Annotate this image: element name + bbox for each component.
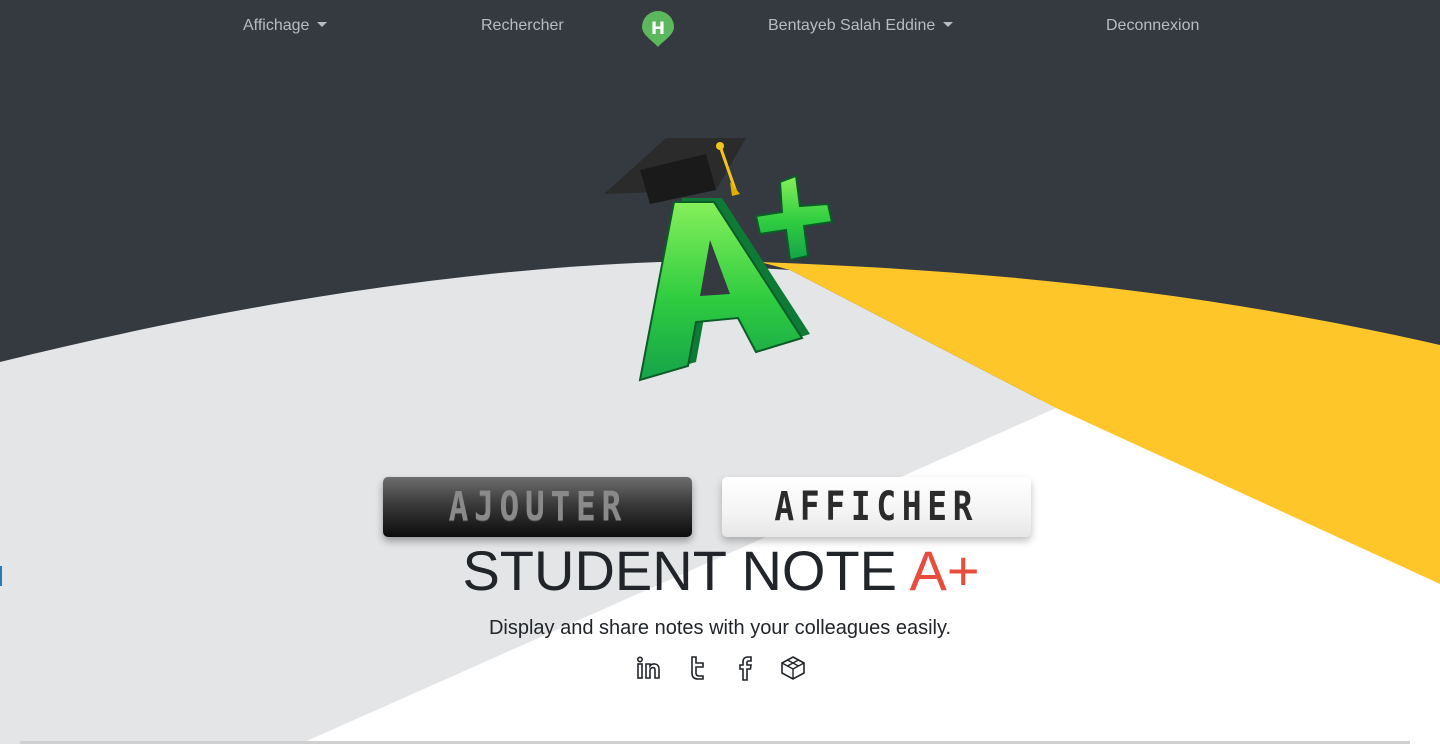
nav-user-label: Bentayeb Salah Eddine	[768, 17, 936, 34]
nav-logout-label: Deconnexion	[1106, 17, 1200, 34]
a-plus-graduation-logo: A+	[596, 124, 834, 382]
linkedin-icon	[636, 656, 660, 679]
page-subtitle: Display and share notes with your collea…	[488, 617, 952, 639]
facebook-link[interactable]	[730, 652, 760, 684]
codepen-icon	[781, 656, 805, 680]
ajouter-button[interactable]: AJOUTER	[383, 477, 692, 537]
logo-text: A+	[596, 124, 598, 125]
ajouter-button-label: AJOUTER	[448, 484, 627, 530]
afficher-button-label: AFFICHER	[774, 484, 979, 530]
social-links	[634, 652, 808, 684]
title-main: STUDENT NOTE	[462, 539, 910, 602]
nav-rechercher-link[interactable]: Rechercher	[481, 16, 564, 36]
page-title: STUDENT NOTE A+	[0, 540, 1440, 602]
linkedin-link[interactable]	[634, 652, 664, 684]
brand-logo[interactable]: H	[641, 11, 675, 48]
left-edge-marker	[0, 566, 2, 586]
top-navbar: Affichage Rechercher H Bentayeb Salah Ed…	[0, 0, 1440, 54]
nav-rechercher-label: Rechercher	[481, 17, 564, 34]
afficher-button[interactable]: AFFICHER	[722, 477, 1031, 537]
nav-affichage-dropdown[interactable]: Affichage	[243, 16, 328, 36]
codepen-link[interactable]	[778, 652, 808, 684]
map-pin-logo-icon: H	[642, 11, 674, 47]
facebook-icon	[739, 656, 752, 681]
title-accent: A+	[909, 539, 980, 602]
nav-affichage-label: Affichage	[243, 17, 310, 34]
caret-down-icon	[317, 22, 328, 27]
caret-down-icon	[943, 22, 954, 27]
twitter-link[interactable]	[682, 652, 712, 684]
nav-logout-link[interactable]: Deconnexion	[1106, 16, 1199, 36]
brand-letter: H	[651, 19, 665, 39]
nav-user-dropdown[interactable]: Bentayeb Salah Eddine	[768, 16, 954, 36]
twitter-icon	[691, 656, 704, 680]
